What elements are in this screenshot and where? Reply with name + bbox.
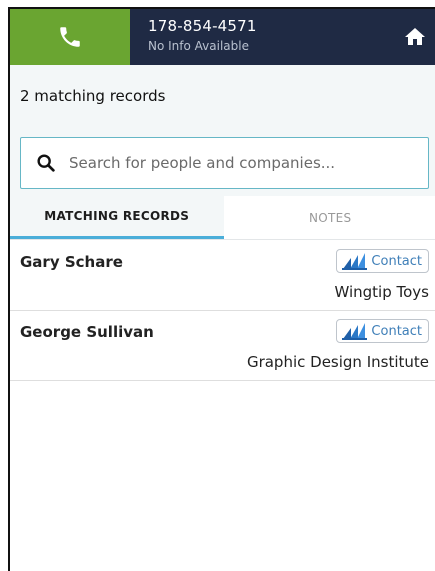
phone-icon	[60, 27, 80, 47]
home-icon[interactable]	[403, 25, 427, 49]
record-company: Wingtip Toys	[334, 283, 429, 301]
search-box[interactable]	[20, 137, 429, 189]
contact-badge[interactable]: Contact	[336, 249, 429, 273]
search-area	[10, 127, 435, 201]
tab-label: MATCHING RECORDS	[44, 209, 190, 223]
tab-label: NOTES	[309, 210, 352, 225]
matching-records-count: 2 matching records	[10, 65, 435, 127]
record-name[interactable]: Gary Schare	[20, 253, 123, 271]
caller-info: No Info Available	[148, 39, 249, 53]
record-type-label: Contact	[371, 253, 422, 269]
tab-bar: MATCHING RECORDS NOTES	[10, 196, 435, 240]
record-company: Graphic Design Institute	[246, 353, 429, 371]
tab-matching-records[interactable]: MATCHING RECORDS	[10, 196, 224, 239]
app-frame: 178-854-4571 No Info Available 2 matchin…	[8, 7, 435, 571]
tab-notes[interactable]: NOTES	[223, 196, 435, 239]
caller-phone-number: 178-854-4571	[148, 17, 257, 35]
record-row[interactable]: George Sullivan Contact Graphic Design I…	[10, 311, 435, 381]
call-button[interactable]	[10, 9, 130, 65]
search-input[interactable]	[69, 151, 419, 175]
contact-badge[interactable]: Contact	[336, 319, 429, 343]
dynamics-sail-icon	[342, 323, 368, 340]
records-list: Gary Schare Contact Wingtip Toys George …	[10, 241, 435, 381]
status-text: 2 matching records	[20, 87, 166, 105]
dynamics-sail-icon	[342, 253, 368, 270]
call-header: 178-854-4571 No Info Available	[10, 9, 435, 65]
search-icon	[37, 154, 55, 172]
record-row[interactable]: Gary Schare Contact Wingtip Toys	[10, 241, 435, 311]
record-name[interactable]: George Sullivan	[20, 323, 154, 341]
record-type-label: Contact	[371, 323, 422, 339]
